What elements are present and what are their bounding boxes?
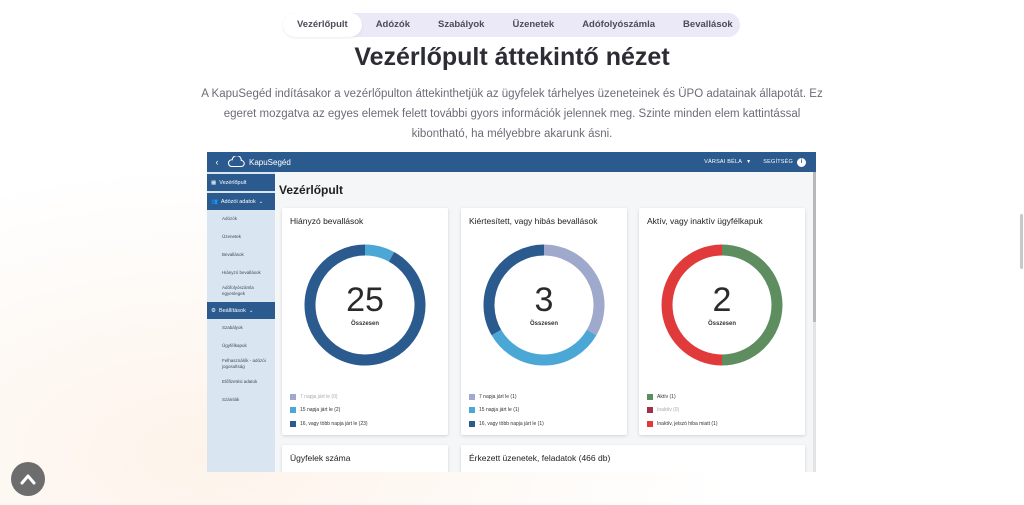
page-title: Vezérlőpult áttekintő nézet	[354, 43, 670, 71]
tab-adozok[interactable]: Adózók	[362, 13, 424, 37]
legend-label: Inaktív, jelszó hiba miatt (1)	[657, 420, 718, 427]
card-legend: 7 napja járt le (1) 15 napja járt le (1) 1…	[469, 390, 544, 431]
sidebar-item-szabalyok[interactable]: Szabályok	[207, 319, 275, 337]
intro-text: A KapuSegéd indításakor a vezérlőpulton …	[201, 88, 823, 140]
donut-card[interactable]: Kiértesített, vagy hibás bevallások 3 Ös…	[461, 208, 627, 435]
sidebar-item-adozok[interactable]: Adózók	[207, 210, 275, 228]
page-scrollbar[interactable]	[1020, 214, 1023, 269]
legend-swatch	[647, 420, 653, 427]
tab-szabalyok[interactable]: Szabályok	[424, 13, 498, 37]
sidebar-section-settings[interactable]: ⚙ Beállítások ⌄	[207, 302, 275, 319]
legend-item[interactable]: Inaktív, jelszó hiba miatt (1)	[647, 417, 718, 431]
app-bar: ‹ KapuSegéd VÁRSAI BÉLA ▼ SEGÍTSÉG i	[207, 152, 816, 172]
scroll-top-button[interactable]	[11, 462, 45, 496]
legend-swatch	[647, 407, 653, 414]
legend-item[interactable]: 7 napja járt le (0)	[290, 390, 368, 404]
legend-label: 15 napja járt le (2)	[300, 407, 341, 414]
chevron-down-icon: ⌄	[248, 307, 254, 314]
sidebar-item-bevallasok[interactable]: Bevallások	[207, 246, 275, 264]
legend-item[interactable]: 16, vagy több napja járt le (1)	[469, 417, 544, 431]
chevron-left-icon[interactable]: ‹	[207, 157, 227, 167]
card-title: Hiányzó bevallások	[290, 216, 364, 226]
tab-adofolyoszamla[interactable]: Adófolyószámla	[568, 13, 669, 37]
legend-item[interactable]: 16, vagy több napja járt le (23)	[290, 417, 368, 431]
tab-bevallasok[interactable]: Bevallások	[669, 13, 747, 37]
card-total-label: Összesen	[707, 321, 737, 327]
info-icon[interactable]: i	[797, 157, 806, 167]
legend-item[interactable]: 15 napja járt le (2)	[290, 404, 368, 418]
legend-swatch	[290, 420, 296, 427]
card-title: Ügyfelek száma	[290, 453, 351, 463]
sidebar-section-taxpayer[interactable]: 👥 Adózói adatok ⌄	[207, 193, 275, 210]
legend-item[interactable]: Aktív (1)	[647, 390, 718, 404]
messages-card[interactable]: Érkezett üzenetek, feladatok (466 db)	[461, 445, 805, 472]
card-total: 3	[534, 281, 554, 319]
sidebar-item-szamlak[interactable]: Számlák	[207, 391, 275, 409]
sidebar-item-adofolyoszamla[interactable]: Adófolyószámla egyenlegek	[207, 282, 275, 300]
gear-icon: ⚙	[211, 307, 216, 314]
legend-swatch	[469, 393, 475, 400]
card-title: Kiértesített, vagy hibás bevallások	[469, 216, 598, 226]
user-menu[interactable]: VÁRSAI BÉLA	[704, 159, 742, 165]
caret-down-icon[interactable]: ▼	[746, 159, 751, 165]
donut-segment[interactable]	[491, 329, 597, 366]
sidebar-item-felhasznalok[interactable]: Felhasználók - adózói jogosultság	[207, 355, 275, 373]
card-legend: 7 napja járt le (0) 15 napja járt le (2) 1…	[290, 390, 368, 431]
legend-swatch	[290, 407, 296, 414]
tab-uzenetek[interactable]: Üzenetek	[498, 13, 568, 37]
legend-label: 16, vagy több napja járt le (23)	[300, 420, 368, 427]
app-screenshot: ‹ KapuSegéd VÁRSAI BÉLA ▼ SEGÍTSÉG i ▦ V…	[207, 152, 816, 472]
legend-label: Aktív (1)	[657, 393, 676, 400]
donut-segment[interactable]	[364, 244, 395, 262]
card-total-label: Összesen	[350, 321, 380, 327]
card-total: 25	[346, 281, 384, 319]
legend-swatch	[469, 407, 475, 414]
legend-swatch	[469, 420, 475, 427]
card-legend: Aktív (1) Inaktív (0) Inaktív, jelszó hiba…	[647, 390, 718, 431]
legend-swatch	[647, 393, 653, 400]
cloud-logo-icon	[227, 156, 245, 168]
legend-item[interactable]: Inaktív (0)	[647, 404, 718, 418]
chevron-down-icon: ⌄	[258, 198, 264, 205]
legend-swatch	[290, 393, 296, 400]
app-sidebar: ▦ Vezérlőpult 👥 Adózói adatok ⌄ Adózók Ü…	[207, 172, 275, 472]
dashboard-title: Vezérlőpult	[279, 183, 344, 197]
sidebar-item-elofizetes[interactable]: Előfizetési adatok	[207, 373, 275, 391]
help-link[interactable]: SEGÍTSÉG	[763, 159, 793, 165]
sidebar-item-uzenetek[interactable]: Üzenetek	[207, 228, 275, 246]
legend-label: 7 napja járt le (0)	[300, 393, 338, 400]
legend-label: 15 napja járt le (1)	[479, 407, 520, 414]
grid-icon: ▦	[211, 179, 217, 186]
legend-item[interactable]: 15 napja járt le (1)	[469, 404, 544, 418]
sidebar-item-dashboard[interactable]: ▦ Vezérlőpult	[207, 174, 275, 191]
people-icon: 👥	[211, 198, 218, 205]
sidebar-item-hianyzo[interactable]: Hiányzó bevallások	[207, 264, 275, 282]
card-total-label: Összesen	[529, 321, 559, 327]
tab-vezerlopult[interactable]: Vezérlőpult	[283, 13, 362, 37]
legend-label: 7 napja járt le (1)	[479, 393, 517, 400]
sidebar-item-ugyfelkapuk[interactable]: Ügyfélkapuk	[207, 337, 275, 355]
top-tab-bar: Vezérlőpult Adózók Szabályok Üzenetek Ad…	[283, 13, 740, 37]
legend-label: 16, vagy több napja járt le (1)	[479, 420, 544, 427]
card-total: 2	[712, 281, 732, 319]
legend-label: Inaktív (0)	[657, 407, 680, 414]
donut-card[interactable]: Hiányzó bevallások 25 Összesen 7 napja j…	[282, 208, 448, 435]
app-brand: KapuSegéd	[249, 157, 291, 167]
clients-count-card[interactable]: Ügyfelek száma	[282, 445, 448, 472]
legend-item[interactable]: 7 napja járt le (1)	[469, 390, 544, 404]
card-title: Aktív, vagy inaktív ügyfélkapuk	[647, 216, 763, 226]
scrollbar-thumb[interactable]	[813, 172, 816, 322]
donut-card[interactable]: Aktív, vagy inaktív ügyfélkapuk 2 Összes…	[639, 208, 805, 435]
chevron-up-icon	[20, 474, 36, 485]
card-title: Érkezett üzenetek, feladatok (466 db)	[469, 453, 611, 463]
